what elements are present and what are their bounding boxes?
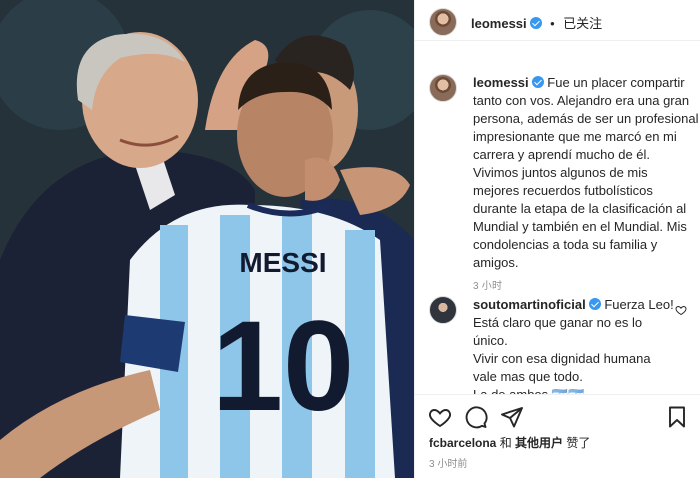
comment-line: La de ambos.🇦🇷🇦🇷 [473,386,693,394]
post-sidebar: leomessi • 已关注 leomessi Fue un placer co… [414,0,700,478]
likes-connector: 和 [496,436,516,450]
caption-timestamp[interactable]: 3 小时 [473,278,693,296]
comment-line: Vivir con esa dignidad humana [473,351,651,366]
comment-text: soutomartinoficial Fuerza Leo! Está clar… [473,296,693,394]
caption-text: leomessi Fue un placer compartir tanto c… [473,74,699,296]
post-header: leomessi • 已关注 [415,0,700,41]
comment-line: Está claro que ganar no es lo [473,315,643,330]
comment-line: vale mas que todo. [473,369,583,384]
jersey-number: 10 [212,295,354,438]
caption-line: carrera y aprendí mucho de él. [473,147,651,162]
caption-line: Fue un placer compartir [547,75,685,90]
caption-line: Mundial y también en el Mundial. Mis [473,219,687,234]
comments-list: leomessi Fue un placer compartir tanto c… [415,64,700,394]
heart-icon[interactable] [428,405,452,429]
caption-line: tanto con vos. Alejandro era una gran [473,93,690,108]
caption-line: condolencias a toda su familia y [473,237,658,252]
follow-status-button[interactable]: 已关注 [563,16,602,31]
jersey-name: MESSI [239,247,326,278]
verified-badge-icon [588,298,601,310]
username-link[interactable]: leomessi [471,16,527,31]
paper-plane-icon[interactable] [500,405,524,429]
verified-badge-icon [531,76,544,88]
post-timestamp[interactable]: 3 小时前 [429,455,467,470]
caption-line: persona, además de ser un profesional [473,111,699,126]
avatar[interactable] [429,74,457,102]
post-photo[interactable]: MESSI 10 [0,0,414,478]
comment-line: Fuerza Leo! [604,297,674,312]
likes-suffix: 赞了 [563,436,591,450]
caption-line: impresionante que me marcó en mi [473,129,677,144]
avatar[interactable] [429,8,457,36]
likes-summary: fcbarcelona 和 其他用户 赞了 [429,434,590,451]
avatar[interactable] [429,296,457,324]
comment-icon[interactable] [464,405,488,429]
verified-badge-icon [529,17,542,29]
liked-by-others[interactable]: 其他用户 [515,436,563,450]
caption-username[interactable]: leomessi [473,75,529,90]
caption-line: durante la etapa de la clasificación al [473,201,687,216]
dot-separator: • [550,16,555,31]
bookmark-icon[interactable] [665,405,689,429]
photo-illustration: MESSI 10 [0,0,414,478]
liked-by-user[interactable]: fcbarcelona [429,436,496,450]
caption-line: Vivimos juntos algunos de mis [473,165,648,180]
caption-line: mejores recuerdos futbolísticos [473,183,653,198]
comment-username[interactable]: soutomartinoficial [473,297,586,312]
comment-like-heart-icon[interactable] [675,304,687,316]
comment-line: único. [473,333,508,348]
caption-line: amigos. [473,255,519,270]
header-user: leomessi • 已关注 [471,13,602,33]
